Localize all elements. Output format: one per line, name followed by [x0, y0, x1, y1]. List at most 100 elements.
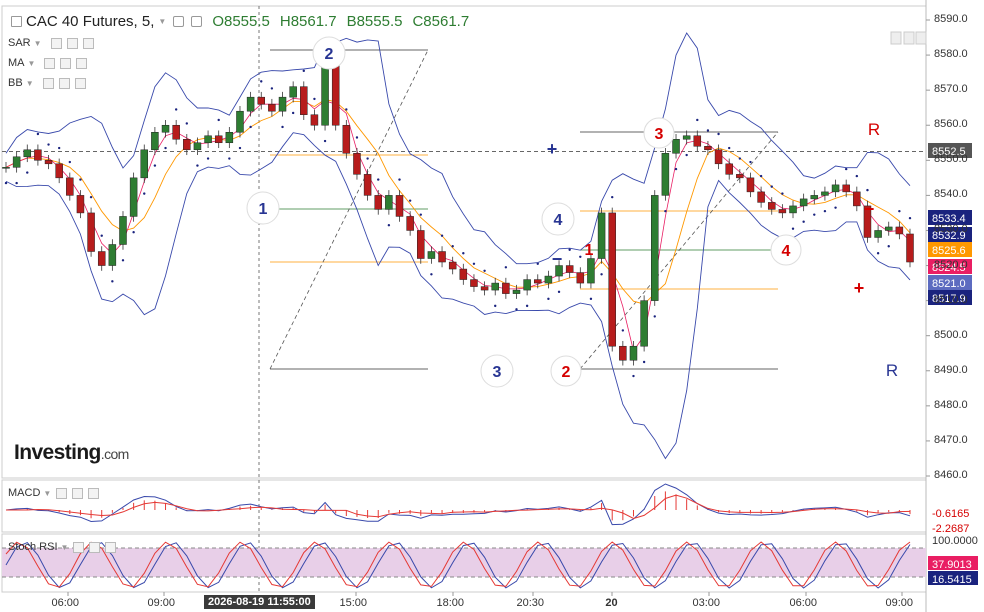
macd-label[interactable]: MACD ▼: [8, 487, 100, 499]
indicator-sar[interactable]: SAR ▼: [8, 37, 94, 49]
price-label-text: 8521.0: [932, 278, 966, 290]
candle-body: [55, 163, 63, 179]
stoch-band-fill: [2, 548, 926, 577]
candle-body: [480, 286, 489, 291]
stoch-value-label: 100.0000: [932, 535, 978, 547]
sar-dot: [823, 209, 827, 213]
sar-dot: [419, 213, 422, 216]
sign-marker: +: [854, 278, 865, 298]
sar-dot: [302, 69, 305, 73]
candle-body: [736, 174, 744, 179]
macd-panel-frame: [1, 479, 927, 533]
sar-dot: [515, 308, 518, 311]
candle-body: [44, 160, 53, 165]
x-tick-label: 18:00: [436, 597, 465, 609]
dropdown-icon[interactable]: ▼: [28, 59, 36, 68]
chart-canvas[interactable]: 21433124+−+−RR8552.58533.48532.98525.685…: [0, 0, 984, 612]
candle-body: [491, 282, 499, 291]
candle-body: [2, 167, 10, 169]
candle-body: [119, 216, 127, 245]
y-tick-label: 8560.0: [934, 118, 968, 131]
candle-body: [853, 191, 861, 207]
sar-dot: [728, 146, 731, 150]
candle-body: [214, 135, 223, 144]
sar-dot: [887, 245, 890, 248]
close-icon[interactable]: [74, 77, 86, 89]
close-icon[interactable]: [82, 37, 94, 49]
dropdown-icon[interactable]: ▼: [26, 79, 34, 88]
sar-dot: [4, 181, 8, 185]
stoch-label[interactable]: Stoch RSI ▼: [8, 541, 117, 553]
visibility-icon[interactable]: [56, 487, 68, 499]
candle-body: [353, 153, 361, 175]
sar-dot: [121, 259, 125, 262]
sar-dot: [781, 192, 784, 195]
candle-body: [565, 265, 574, 273]
stoch-value-label: 16.5415: [932, 574, 972, 586]
candle-body: [448, 261, 457, 270]
x-tick-label: 03:00: [692, 597, 721, 609]
visibility-icon[interactable]: [44, 57, 56, 69]
sar-dot: [408, 199, 412, 202]
settings-icon[interactable]: [60, 57, 72, 69]
sar-dot: [866, 188, 869, 192]
candle-body: [523, 279, 531, 291]
sar-dot: [696, 118, 699, 122]
dropdown-icon[interactable]: ▼: [34, 39, 42, 48]
x-tick-label: 20:30: [516, 597, 545, 609]
visibility-icon[interactable]: [173, 16, 185, 27]
visibility-icon[interactable]: [42, 77, 54, 89]
collapse-icon[interactable]: [11, 16, 22, 27]
sar-dot: [642, 360, 646, 364]
settings-icon[interactable]: [191, 16, 203, 27]
sar-dot: [855, 174, 859, 178]
candle-body: [757, 191, 765, 203]
sar-dot: [494, 304, 497, 308]
sar-dot: [664, 209, 667, 213]
candle-body: [906, 233, 914, 263]
sar-dot: [536, 262, 539, 265]
sar-dot: [15, 181, 18, 185]
candle-body: [587, 258, 595, 284]
indicator-ma[interactable]: MA ▼: [8, 57, 88, 69]
visibility-icon[interactable]: [73, 541, 85, 553]
candle-body: [672, 139, 680, 154]
close-icon[interactable]: [76, 57, 88, 69]
settings-icon[interactable]: [58, 77, 70, 89]
close-icon[interactable]: [88, 487, 100, 499]
candle-body: [385, 195, 393, 210]
candle-body: [831, 184, 840, 193]
sar-dot: [483, 269, 486, 272]
candle-body: [799, 198, 808, 207]
visibility-icon[interactable]: [50, 37, 62, 49]
stoch-title: Stoch RSI: [8, 541, 58, 553]
sar-dot: [706, 129, 710, 132]
x-tick-label: 09:00: [885, 597, 914, 609]
x-tick-label: 09:00: [147, 597, 176, 609]
sar-dot: [685, 153, 688, 157]
ohlc-header: CAC 40 Futures, 5, ▼ O8555.5 H8561.7 B85…: [8, 13, 469, 30]
settings-icon[interactable]: [72, 487, 84, 499]
y-tick-label: 8550.0: [934, 153, 968, 166]
sar-dot: [525, 304, 529, 308]
open-value: O8555.5: [212, 13, 270, 30]
candle-body: [842, 184, 850, 193]
dropdown-icon[interactable]: ▼: [43, 489, 51, 498]
candle-body: [767, 202, 776, 210]
crosshair-time-label: 2026-08-19 11:55:00: [204, 595, 315, 609]
candle-body: [225, 131, 234, 144]
settings-icon[interactable]: [66, 37, 78, 49]
sar-dot: [196, 164, 199, 167]
dropdown-icon[interactable]: ▼: [61, 543, 69, 552]
sar-dot: [876, 252, 880, 255]
candle-body: [193, 142, 202, 151]
sar-dot: [653, 315, 656, 318]
sar-dot: [749, 160, 752, 164]
y-tick-label: 8460.0: [934, 469, 968, 481]
dropdown-icon[interactable]: ▼: [158, 17, 166, 26]
close-icon[interactable]: [105, 541, 117, 553]
sar-dot: [451, 245, 454, 248]
indicator-bb[interactable]: BB ▼: [8, 77, 86, 89]
settings-icon[interactable]: [89, 541, 101, 553]
sar-dot: [313, 97, 316, 101]
